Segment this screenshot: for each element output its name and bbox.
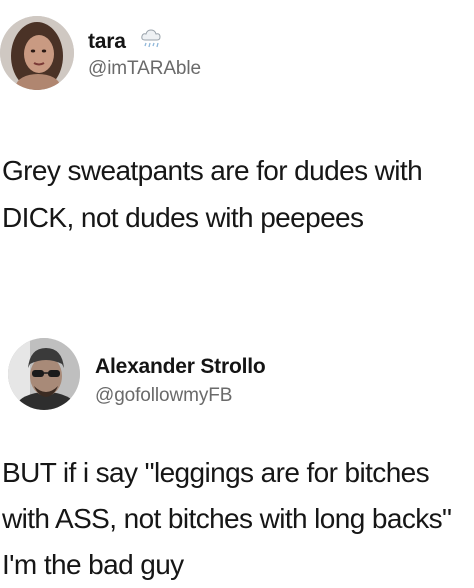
author-handle[interactable]: @gofollowmyFB	[95, 385, 232, 407]
avatar[interactable]	[0, 16, 74, 90]
tweet-text: BUT if i say "leggings are for bitches w…	[2, 450, 472, 588]
author-name[interactable]: Alexander Strollo	[95, 355, 266, 379]
cloud-rain-icon	[141, 29, 161, 48]
tweet-2: Alexander Strollo @gofollowmyFB BUT if i…	[0, 300, 474, 588]
tweet-text-line: Grey sweatpants are for dudes with	[2, 155, 423, 186]
tweet-text-line: I'm the bad guy	[2, 549, 184, 580]
avatar-image	[8, 338, 80, 410]
tweet-text-line: with ASS, not bitches with long backs"	[2, 503, 452, 534]
avatar-image	[0, 16, 74, 90]
author-name[interactable]: tara	[88, 30, 126, 54]
author-handle[interactable]: @imTARAble	[88, 58, 201, 80]
tweet-1: tara @imTARAble Grey sweatpants are for …	[0, 0, 474, 300]
tweet-text: Grey sweatpants are for dudes with DICK,…	[2, 147, 472, 241]
avatar[interactable]	[8, 338, 80, 410]
tweet-text-line: BUT if i say "leggings are for bitches	[2, 457, 430, 488]
tweet-text-line: DICK, not dudes with peepees	[2, 202, 364, 233]
